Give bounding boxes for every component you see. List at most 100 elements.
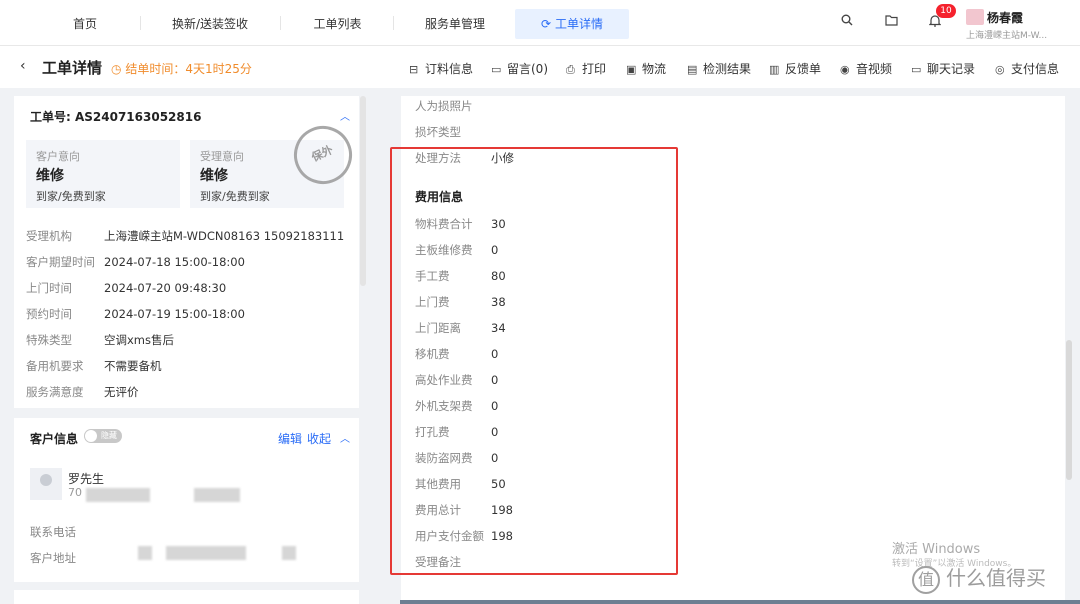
field-row: 预约时间 2024-07-19 15:00-18:00	[26, 306, 245, 322]
chat-record-button[interactable]: ▭ 聊天记录	[911, 60, 975, 77]
message-button[interactable]: ▭ 留言(0)	[491, 60, 548, 77]
notification-badge: 10	[936, 4, 956, 18]
intent-label: 受理意向	[200, 150, 244, 163]
feedback-form-button[interactable]: ▥ 反馈单	[769, 60, 821, 77]
address-label: 客户地址	[30, 551, 76, 565]
highlight-box	[390, 147, 678, 575]
action-label: 反馈单	[785, 62, 822, 76]
chevron-up-icon[interactable]: ︿	[340, 430, 350, 445]
intent-label: 客户意向	[36, 150, 80, 163]
intent-type: 维修	[200, 168, 228, 184]
print-button[interactable]: ⎙ 打印	[566, 60, 606, 77]
hide-toggle[interactable]: 隐藏	[84, 429, 122, 443]
customer-id: 70	[68, 486, 82, 499]
intent-mode: 到家/免费到家	[200, 190, 270, 203]
edit-link[interactable]: 编辑	[278, 430, 302, 447]
detail-row: 人为损照片	[415, 98, 491, 114]
field-row: 备用机要求 不需要备机	[26, 358, 162, 374]
payment-icon: ◎	[995, 63, 1005, 76]
message-icon: ▭	[491, 63, 502, 76]
field-key: 预约时间	[26, 307, 72, 321]
action-label: 订料信息	[425, 62, 474, 76]
tab-home[interactable]: 首页	[40, 9, 130, 39]
field-value: 上海澧嵘主站M-WDCN08163 15092183111	[104, 229, 345, 243]
page-title: 工单详情	[42, 59, 103, 77]
tab-divider	[393, 16, 394, 30]
field-row: 服务满意度 无评价	[26, 384, 139, 400]
phone-label: 联系电话	[30, 525, 76, 539]
field-row: 特殊类型 空调xms售后	[26, 332, 174, 348]
search-icon[interactable]	[838, 14, 856, 32]
feedback-icon: ▥	[769, 63, 780, 76]
customer-info-title: 客户信息	[30, 432, 79, 446]
field-key: 客户期望时间	[26, 255, 95, 269]
redacted-block	[86, 488, 150, 502]
field-value: 空调xms售后	[104, 333, 174, 347]
field-value: 不需要备机	[104, 359, 162, 373]
chevron-up-icon[interactable]: ︿	[340, 108, 350, 123]
tab-work-order-detail[interactable]: ⟳ 工单详情	[515, 9, 629, 39]
inspection-result-button[interactable]: ▤ 检测结果	[687, 60, 751, 77]
deadline-text: 结单时间：4天1时25分	[125, 62, 252, 76]
logistics-button[interactable]: ▣ 物流	[626, 60, 666, 77]
site-watermark: 值什么值得买	[912, 562, 1046, 594]
right-scrollbar[interactable]	[1066, 340, 1072, 480]
truck-icon: ▣	[626, 63, 637, 76]
tab-divider	[280, 16, 281, 30]
play-icon: ◉	[840, 63, 850, 76]
refresh-icon: ⟳	[541, 17, 552, 31]
action-label: 留言(0)	[507, 62, 548, 76]
customer-intent-box: 客户意向 维修 到家/免费到家	[26, 140, 180, 208]
clock-icon: ◷	[111, 62, 122, 76]
page-header: ‹ 工单详情 ◷ 结单时间：4天1时25分 ⊟ 订料信息 ▭ 留言(0) ⎙ 打印 ▣…	[0, 46, 1080, 88]
redacted-block	[282, 546, 296, 560]
redacted-block	[166, 546, 246, 560]
action-label: 物流	[642, 62, 667, 76]
payment-info-button[interactable]: ◎ 支付信息	[995, 60, 1059, 77]
customer-avatar	[30, 468, 62, 500]
order-info-card: 工单号: AS2407163052816 ︿ 客户意向 维修 到家/免费到家 受…	[14, 96, 362, 408]
intent-mode: 到家/免费到家	[36, 190, 106, 203]
folder-icon[interactable]	[882, 14, 900, 32]
audio-video-button[interactable]: ◉ 音视频	[840, 60, 892, 77]
toggle-label: 隐藏	[101, 431, 117, 440]
tab-work-order-list[interactable]: 工单列表	[290, 9, 385, 39]
brand-logo-icon: 值	[912, 565, 940, 594]
redacted-block	[194, 488, 240, 502]
field-value: 2024-07-20 09:48:30	[104, 281, 227, 295]
brand-text: 什么值得买	[946, 566, 1046, 590]
back-icon[interactable]: ‹	[20, 58, 26, 74]
collapse-link[interactable]: 收起	[307, 430, 331, 447]
redacted-block	[138, 546, 152, 560]
detail-row: 损坏类型	[415, 124, 491, 140]
customer-name: 罗先生	[68, 472, 105, 486]
field-key: 上门时间	[26, 281, 72, 295]
user-name[interactable]: 杨春霞	[987, 9, 1023, 26]
package-icon: ⊟	[409, 63, 419, 76]
printer-icon: ⎙	[566, 63, 575, 76]
field-value: 2024-07-19 15:00-18:00	[104, 307, 245, 321]
field-value: 2024-07-18 15:00-18:00	[104, 255, 245, 269]
field-row: 上门时间 2024-07-20 09:48:30	[26, 280, 226, 296]
action-label: 打印	[582, 62, 607, 76]
field-key: 服务满意度	[26, 385, 84, 399]
windows-activation-watermark: 激活 Windows	[892, 542, 981, 557]
order-number: 工单号: AS2407163052816	[30, 110, 202, 124]
left-scrollbar[interactable]	[360, 96, 366, 286]
material-info-button[interactable]: ⊟ 订料信息	[409, 60, 473, 77]
customer-info-card: 客户信息 隐藏 编辑 收起 ︿ 罗先生 70 联系电话 客户地址	[14, 418, 359, 582]
user-avatar[interactable]	[966, 9, 984, 25]
chat-icon: ▭	[911, 63, 922, 76]
field-key: 备用机要求	[26, 359, 84, 373]
document-icon: ▤	[687, 63, 698, 76]
tab-service-order-management[interactable]: 服务单管理	[405, 9, 505, 39]
field-key: 受理机构	[26, 229, 72, 243]
top-navigation: 首页 换新/送装签收 工单列表 服务单管理 ⟳ 工单详情 10 杨春霞 上海澧嵘…	[0, 0, 1080, 46]
next-card	[14, 590, 359, 604]
deadline-timer: ◷ 结单时间：4天1时25分	[111, 60, 252, 77]
field-value: 无评价	[104, 385, 139, 399]
detail-key: 人为损照片	[415, 99, 473, 113]
tab-renewal-sign[interactable]: 换新/送装签收	[150, 9, 270, 39]
action-label: 聊天记录	[927, 62, 976, 76]
field-row: 受理机构 上海澧嵘主站M-WDCN08163 15092183111	[26, 228, 344, 244]
